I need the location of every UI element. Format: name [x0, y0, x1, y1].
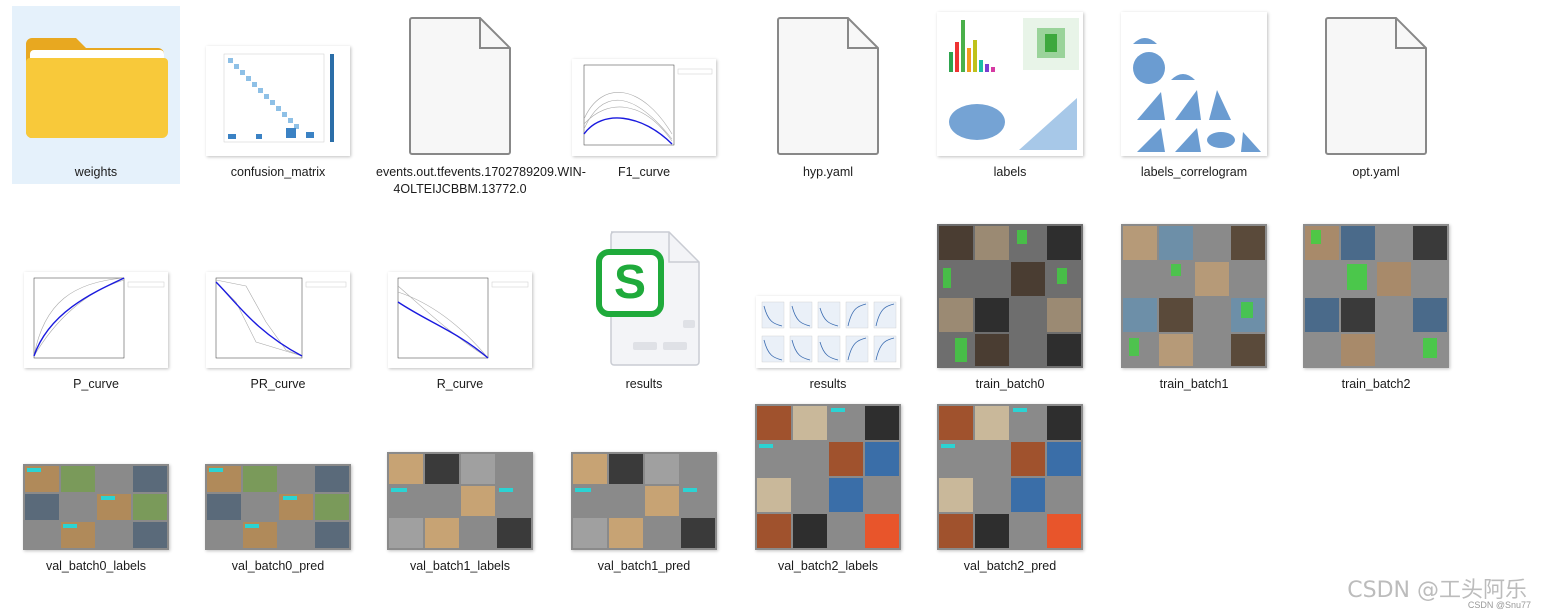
file-name: train_batch1 — [1159, 377, 1229, 391]
file-item-train-batch2[interactable]: train_batch2 — [1292, 218, 1460, 396]
image-thumbnail — [937, 224, 1083, 368]
file-item-labels[interactable]: labels — [926, 6, 1094, 184]
file-name: val_batch2_pred — [963, 559, 1057, 573]
image-thumbnail — [572, 59, 716, 156]
file-name: PR_curve — [250, 377, 306, 391]
file-item-train-batch0[interactable]: train_batch0 — [926, 218, 1094, 396]
file-name: train_batch2 — [1341, 377, 1411, 391]
file-name: val_batch0_labels — [45, 559, 147, 573]
file-name: val_batch2_labels — [777, 559, 879, 573]
file-name: P_curve — [73, 377, 119, 391]
image-thumbnail — [756, 296, 900, 368]
file-name: val_batch1_pred — [597, 559, 691, 573]
image-thumbnail — [206, 46, 350, 156]
blank-file-icon — [408, 16, 512, 156]
file-name: hyp.yaml — [802, 165, 854, 179]
file-item-val-batch1-labels[interactable]: val_batch1_labels — [376, 400, 544, 578]
image-thumbnail — [755, 404, 901, 550]
image-thumbnail — [937, 12, 1083, 156]
file-name: labels_correlogram — [1140, 165, 1248, 179]
file-name: results — [809, 377, 847, 391]
file-name: opt.yaml — [1352, 165, 1400, 179]
watermark-small: CSDN @Snu77 — [1467, 600, 1531, 610]
blank-file-icon — [1324, 16, 1428, 156]
svg-text:S: S — [614, 256, 646, 309]
file-item-results-csv[interactable]: S results — [560, 218, 728, 396]
file-name: val_batch0_pred — [231, 559, 325, 573]
file-name: R_curve — [436, 377, 484, 391]
file-name: events.out.tfevents.1702789209.WIN-4OLTE… — [376, 165, 586, 196]
file-item-train-batch1[interactable]: train_batch1 — [1110, 218, 1278, 396]
file-name: labels — [993, 165, 1027, 179]
image-thumbnail — [206, 272, 350, 368]
blank-file-icon — [776, 16, 880, 156]
file-item-labels-correlogram[interactable]: labels_correlogram — [1110, 6, 1278, 184]
file-item-f1-curve[interactable]: F1_curve — [560, 6, 728, 184]
image-thumbnail — [23, 464, 169, 550]
image-thumbnail — [205, 464, 351, 550]
file-name: train_batch0 — [975, 377, 1045, 391]
image-thumbnail — [24, 272, 168, 368]
file-name: val_batch1_labels — [409, 559, 511, 573]
file-item-val-batch0-labels[interactable]: val_batch0_labels — [12, 400, 180, 578]
file-item-events[interactable]: events.out.tfevents.1702789209.WIN-4OLTE… — [376, 6, 586, 216]
file-item-r-curve[interactable]: R_curve — [376, 218, 544, 396]
image-thumbnail — [387, 452, 533, 550]
file-item-opt-yaml[interactable]: opt.yaml — [1292, 6, 1460, 184]
file-item-confusion-matrix[interactable]: confusion_matrix — [194, 6, 362, 184]
file-name: results — [625, 377, 663, 391]
file-item-p-curve[interactable]: P_curve — [12, 218, 180, 396]
file-name: confusion_matrix — [230, 165, 326, 179]
image-thumbnail — [1121, 12, 1267, 156]
image-thumbnail — [388, 272, 532, 368]
image-thumbnail — [1121, 224, 1267, 368]
file-item-pr-curve[interactable]: PR_curve — [194, 218, 362, 396]
file-item-val-batch1-pred[interactable]: val_batch1_pred — [560, 400, 728, 578]
spreadsheet-file-icon: S — [579, 228, 709, 368]
file-name: weights — [74, 165, 118, 179]
file-name: F1_curve — [617, 165, 671, 179]
file-explorer-grid: { "files": { "weights": "weights", "conf… — [0, 0, 1543, 610]
image-thumbnail — [571, 452, 717, 550]
file-item-val-batch0-pred[interactable]: val_batch0_pred — [194, 400, 362, 578]
image-thumbnail — [937, 404, 1083, 550]
file-item-weights[interactable]: weights — [12, 6, 180, 184]
file-item-hyp-yaml[interactable]: hyp.yaml — [744, 6, 912, 184]
file-item-results-png[interactable]: results — [744, 218, 912, 396]
file-item-val-batch2-labels[interactable]: val_batch2_labels — [744, 400, 912, 578]
folder-icon — [24, 26, 168, 138]
image-thumbnail — [1303, 224, 1449, 368]
file-item-val-batch2-pred[interactable]: val_batch2_pred — [926, 400, 1094, 578]
